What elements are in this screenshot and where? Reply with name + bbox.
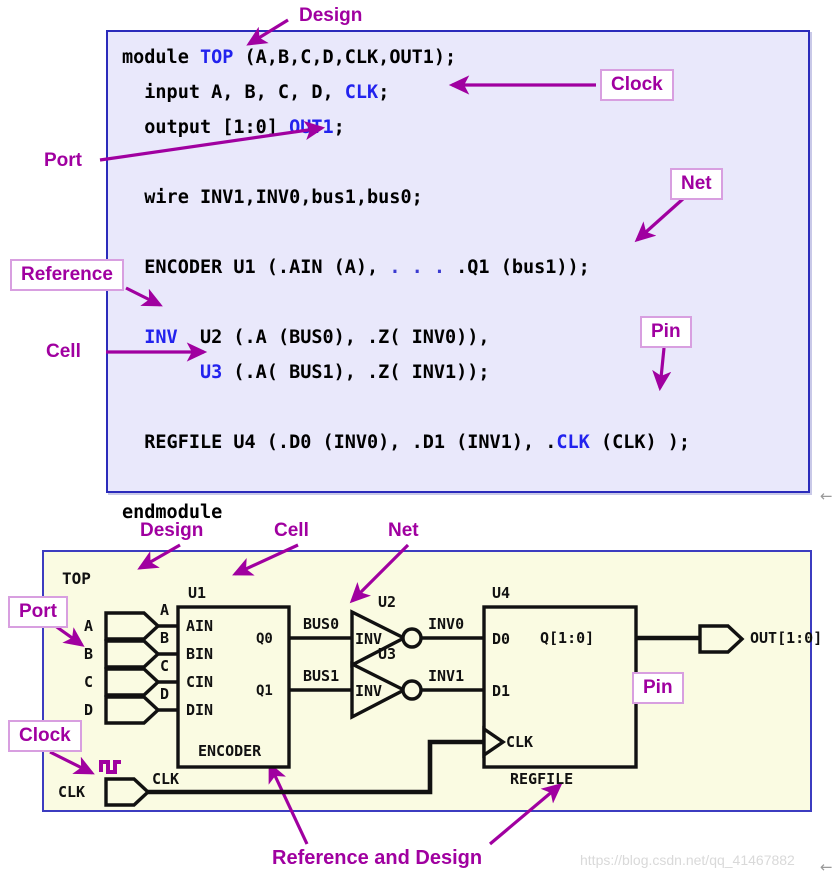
- diagram-net-a: A: [160, 601, 170, 619]
- diagram-clock-net: CLK: [152, 770, 180, 788]
- diagram-u3-reference: INV: [355, 682, 383, 700]
- diagram-u4-instance: U4: [492, 584, 511, 602]
- diagram-u1-pin-cin: CIN: [186, 673, 214, 691]
- code-line: output [1:0] OUT1;: [122, 110, 690, 145]
- diagram-output-port: OUT[1:0]: [750, 629, 823, 647]
- code-anno-cell: Cell: [46, 341, 81, 362]
- code-token: wire INV1,INV0,bus1,bus0;: [122, 187, 423, 208]
- diagram-u3-in-net: BUS1: [303, 667, 340, 685]
- diagram-anno-reference-and-design: Reference and Design: [272, 847, 483, 869]
- code-anno-port: Port: [44, 150, 82, 171]
- code-token: module: [122, 47, 200, 68]
- code-token: CLK: [344, 82, 379, 103]
- code-anno-design: Design: [299, 5, 363, 26]
- diagram-u1-pin-din: DIN: [186, 701, 214, 719]
- code-token: ENCODER U1 (.AIN (A),: [122, 257, 390, 278]
- diagram-anno-clock: Clock: [8, 720, 82, 752]
- diagram-u3-instance: U3: [378, 645, 397, 663]
- diagram-u4-pin-d1: D1: [492, 682, 511, 700]
- verilog-code-panel: module TOP (A,B,C,D,CLK,OUT1); input A, …: [106, 30, 810, 523]
- code-token: TOP: [199, 47, 234, 68]
- code-line: INV U2 (.A (BUS0), .Z( INV0)),: [122, 320, 690, 355]
- diagram-clock-port: CLK: [58, 783, 86, 801]
- diagram-u1-pin-ain: AIN: [186, 617, 214, 635]
- code-token: REGFILE U4 (.D0 (INV0), .D1 (INV1), .: [122, 432, 557, 453]
- slide-root: module TOP (A,B,C,D,CLK,OUT1); input A, …: [0, 0, 834, 880]
- diagram-top-label: TOP: [62, 569, 91, 588]
- code-token: .Q1 (bus1));: [456, 257, 590, 278]
- code-line: wire INV1,INV0,bus1,bus0;: [122, 180, 690, 215]
- code-token: ;: [378, 82, 390, 103]
- diagram-port-a: A: [84, 617, 94, 635]
- diagram-u3-out-net: INV1: [428, 667, 465, 685]
- diagram-anno-port: Port: [8, 596, 68, 628]
- diagram-u2-in-net: BUS0: [303, 615, 340, 633]
- code-token: OUT1: [289, 117, 334, 138]
- diagram-u1-instance: U1: [188, 584, 207, 602]
- code-token: U2 (.A (BUS0), .Z( INV0)),: [177, 327, 490, 348]
- code-line: REGFILE U4 (.D0 (INV0), .D1 (INV1), .CLK…: [122, 425, 690, 460]
- code-token: CLK: [556, 432, 590, 453]
- diagram-u1-pin-q1: Q1: [256, 683, 273, 699]
- diagram-u4-pin-clk: CLK: [506, 733, 534, 751]
- edge-arrow-top-icon: ←: [820, 487, 833, 505]
- diagram-net-d: D: [160, 685, 170, 703]
- diagram-u1-pin-q0: Q0: [256, 631, 273, 647]
- code-token: . . .: [389, 257, 457, 278]
- diagram-u1-reference: ENCODER: [198, 742, 262, 760]
- diagram-u1-pin-bin: BIN: [186, 645, 214, 663]
- diagram-u4-pin-d0: D0: [492, 630, 511, 648]
- code-anno-clock: Clock: [600, 69, 674, 101]
- diagram-anno-pin: Pin: [632, 672, 684, 704]
- diagram-anno-design: Design: [140, 520, 204, 541]
- diagram-u4-reference: REGFILE: [510, 770, 574, 788]
- diagram-u2-instance: U2: [378, 593, 397, 611]
- diagram-net-c: C: [160, 657, 170, 675]
- code-anno-pin: Pin: [640, 316, 692, 348]
- diagram-net-b: B: [160, 629, 170, 647]
- diagram-anno-net: Net: [388, 520, 419, 541]
- diagram-u4-pin-q: Q[1:0]: [540, 629, 595, 647]
- code-anno-net: Net: [670, 168, 723, 200]
- diagram-u2-out-net: INV0: [428, 615, 465, 633]
- diagram-port-b: B: [84, 645, 94, 663]
- diagram-port-c: C: [84, 673, 94, 691]
- code-token: (A,B,C,D,CLK,OUT1);: [233, 47, 457, 68]
- code-line: U3 (.A( BUS1), .Z( INV1));: [122, 355, 690, 390]
- code-line: ENCODER U1 (.AIN (A), . . . .Q1 (bus1));: [122, 250, 690, 285]
- watermark: https://blog.csdn.net/qq_41467882: [580, 852, 795, 868]
- code-token: output [1:0]: [122, 117, 290, 138]
- code-anno-reference: Reference: [10, 259, 124, 291]
- diagram-port-d: D: [84, 701, 94, 719]
- edge-arrow-bottom-icon: ←: [820, 858, 833, 876]
- verilog-code-text: module TOP (A,B,C,D,CLK,OUT1); input A, …: [122, 40, 690, 530]
- code-token: ;: [333, 117, 345, 138]
- code-token: (CLK) );: [589, 432, 691, 453]
- code-token: input A, B, C, D,: [122, 82, 345, 103]
- code-token: U3: [199, 362, 223, 383]
- code-token: (.A( BUS1), .Z( INV1));: [222, 362, 490, 383]
- code-token: INV: [144, 327, 178, 348]
- diagram-anno-cell: Cell: [274, 520, 309, 541]
